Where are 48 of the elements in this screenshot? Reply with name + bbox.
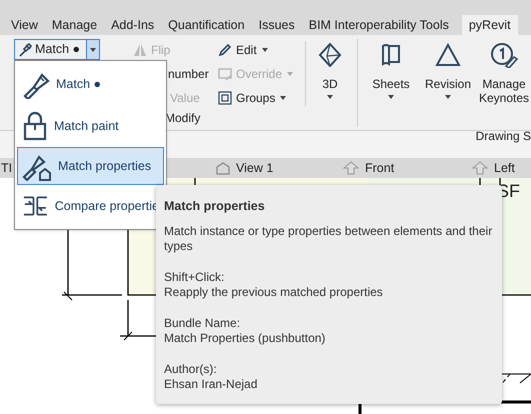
- triangle-icon: [435, 43, 461, 67]
- caret-icon: [287, 72, 294, 76]
- menu-item[interactable]: Match ●: [17, 63, 164, 105]
- menu-item[interactable]: Match properties: [17, 147, 164, 185]
- ribbon-tab[interactable]: Quantification: [161, 15, 252, 35]
- ribbon-button[interactable]: Groups: [236, 88, 286, 106]
- paintbrush-icon: [18, 42, 32, 56]
- tooltip-text: Bundle Name: Match Properties (pushbutton): [164, 316, 326, 346]
- book-icon: [380, 43, 402, 67]
- caret-icon: [327, 95, 333, 99]
- ribbon-tab[interactable]: Issues: [252, 15, 302, 35]
- ribbon-tab[interactable]: BIM Interoperability Tools: [302, 15, 456, 35]
- padlock-icon: [22, 111, 48, 141]
- tooltip-title: Match properties: [164, 198, 266, 215]
- ribbon-tab[interactable]: Add-Ins: [104, 15, 162, 35]
- ribbon-tab[interactable]: Manage: [44, 15, 104, 35]
- caret-icon: [388, 95, 394, 99]
- keynote-icon: [490, 42, 518, 68]
- house-icon: [216, 161, 230, 175]
- panel-label: Drawing S: [476, 128, 531, 145]
- ribbon-tab[interactable]: pyRevit: [462, 15, 518, 35]
- document-tab[interactable]: View 1: [216, 158, 274, 178]
- document-tab[interactable]: Left: [472, 158, 515, 178]
- caret-icon: [90, 48, 96, 52]
- group-icon: [218, 90, 232, 104]
- cube-icon: [318, 43, 342, 67]
- tooltip-text: Shift+Click: Reapply the previous matched properties: [164, 270, 384, 300]
- caret-icon: [262, 48, 268, 52]
- tooltip-text: Match instance or type properties between elements and their types: [164, 224, 494, 254]
- menu-item[interactable]: Match paint: [17, 105, 164, 147]
- triangle-icon: [133, 42, 147, 56]
- dropdown-arrow-button[interactable]: [86, 40, 99, 59]
- ribbon-large-button[interactable]: 3D: [308, 39, 352, 99]
- ribbon-button[interactable]: Edit: [236, 40, 268, 58]
- document-tab[interactable]: Front: [343, 158, 394, 178]
- up-arrow-icon: [472, 161, 488, 175]
- document-tab[interactable]: TI: [1, 158, 12, 178]
- caret-icon: [280, 96, 286, 100]
- ribbon-large-button[interactable]: Revision: [419, 39, 477, 99]
- pencil-icon: [218, 42, 232, 56]
- tooltip-text: Author(s): Ehsan Iran-Nejad: [164, 362, 258, 392]
- ribbon-tab[interactable]: View: [4, 15, 45, 35]
- caret-icon: [445, 95, 451, 99]
- up-arrow-icon: [343, 161, 359, 175]
- ribbon-button[interactable]: number: [168, 64, 209, 82]
- override-icon: [218, 66, 232, 80]
- ribbon-large-button[interactable]: Manage Keynotes: [477, 39, 531, 105]
- ribbon-large-button[interactable]: Sheets: [363, 39, 419, 99]
